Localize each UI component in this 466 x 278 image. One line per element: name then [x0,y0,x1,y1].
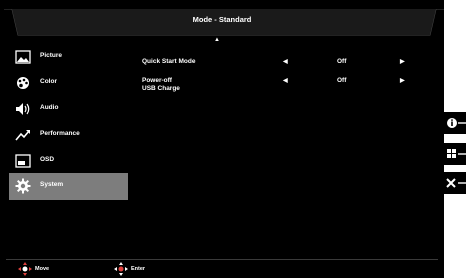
sidebar-item-audio[interactable]: Audio [9,96,128,123]
arrow-right-icon[interactable]: ▶ [400,77,405,84]
close-icon [444,172,466,194]
sidebar-item-label: Performance [40,130,80,137]
setting-value: Off [337,77,347,84]
info-icon [444,112,466,134]
sidebar-item-performance[interactable]: Performance [9,122,128,149]
speaker-icon [16,103,30,115]
hardware-key-panel [444,0,466,278]
sidebar-item-picture[interactable]: Picture [9,44,128,71]
sidebar-item-label: Audio [40,104,59,111]
color-icon [17,77,29,89]
page-title: Mode - Standard [192,15,252,24]
setting-label: Quick Start Mode [142,58,196,65]
arrow-left-icon[interactable]: ◀ [283,77,288,84]
setting-label-line1: Power-off [142,77,172,84]
joystick-move-icon [18,262,32,276]
sidebar-item-system[interactable]: System [9,173,128,200]
joystick-enter-icon [114,262,128,276]
sidebar-item-color[interactable]: Color [9,70,128,97]
osd-menu: Mode - Standard ▲ Picture Color Audio Pe… [0,0,444,278]
grid-icon [444,143,466,165]
setting-row-usb-charge[interactable]: Power-off USB Charge ◀ Off ▶ [142,77,412,95]
osd-icon [15,154,31,168]
arrow-right-icon[interactable]: ▶ [400,58,405,65]
footer-label: Enter [131,266,146,272]
sidebar-item-label: Color [40,78,57,85]
sidebar-item-osd[interactable]: OSD [9,148,128,175]
close-key[interactable] [444,172,466,194]
sidebar-item-label: Picture [40,52,63,59]
footer-divider [6,259,438,260]
footer-label: Move [35,266,50,272]
gear-icon [15,178,31,194]
info-key[interactable] [444,112,466,134]
setting-value: Off [337,58,347,65]
setting-label-line2: USB Charge [142,85,180,92]
performance-icon [15,130,30,141]
scroll-up-icon[interactable]: ▲ [214,37,220,43]
arrow-left-icon[interactable]: ◀ [283,58,288,65]
picture-icon [15,50,31,64]
grid-key[interactable] [444,143,466,165]
sidebar-item-label: System [40,181,64,188]
sidebar-item-label: OSD [40,156,55,163]
